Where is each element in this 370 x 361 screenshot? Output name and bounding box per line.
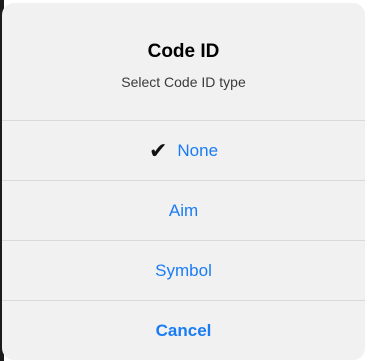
option-aim[interactable]: Aim [2,181,365,241]
cancel-label: Cancel [155,321,212,340]
dialog-title: Code ID [147,41,220,62]
checkmark-icon: ✔ [148,137,168,163]
option-label: Symbol [155,260,212,280]
cancel-button[interactable]: Cancel [2,301,365,360]
dialog-subtitle: Select Code ID type [121,74,246,90]
action-sheet: Code ID Select Code ID type ✔ None Aim S… [2,3,365,360]
option-label: None [177,140,219,160]
action-sheet-header: Code ID Select Code ID type [2,3,365,121]
screen: Code ID Select Code ID type ✔ None Aim S… [0,0,370,361]
option-label: Aim [168,200,199,220]
option-symbol[interactable]: Symbol [2,241,365,301]
option-none[interactable]: ✔ None [2,121,365,181]
